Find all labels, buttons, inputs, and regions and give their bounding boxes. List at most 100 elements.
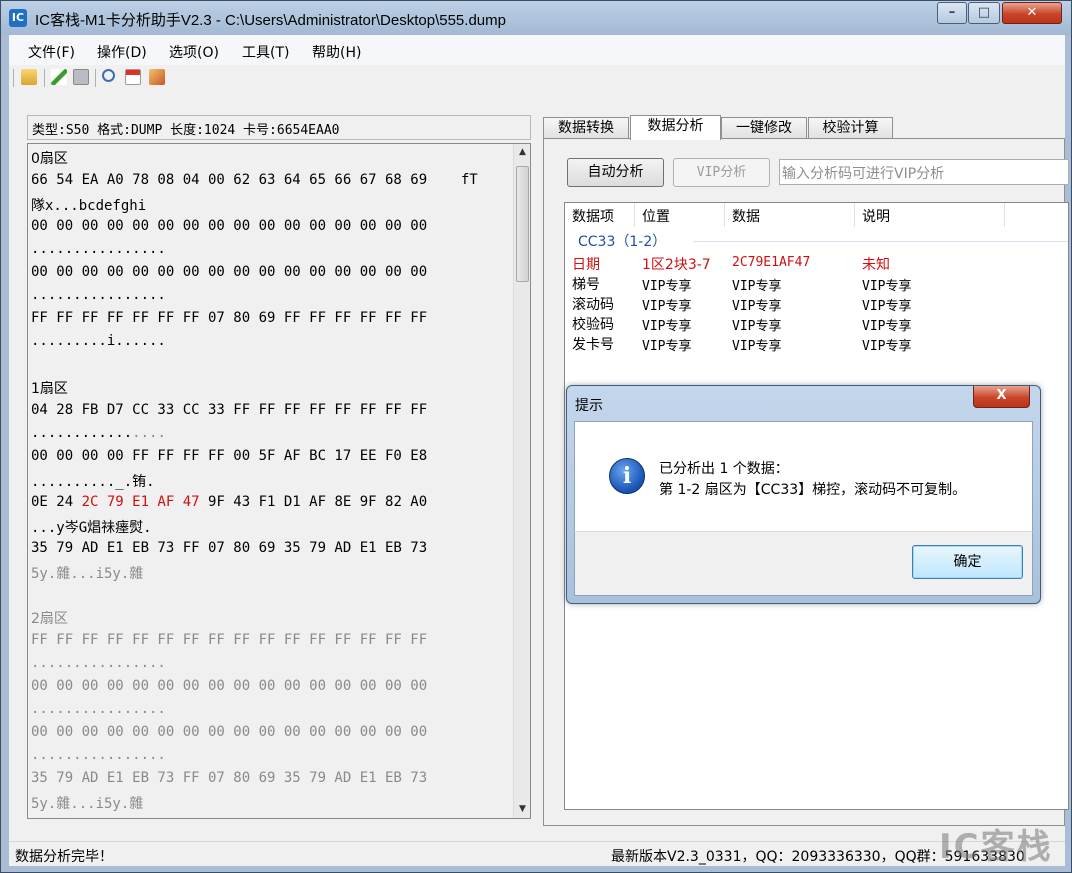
search-icon[interactable] bbox=[102, 69, 115, 82]
scroll-down-icon[interactable]: ▼ bbox=[514, 801, 530, 818]
info-icon: i bbox=[609, 458, 645, 494]
watermark-logo: IC客栈 bbox=[939, 827, 1053, 867]
toolbar bbox=[9, 65, 1065, 91]
list-cell[interactable]: 滚动码 bbox=[572, 294, 614, 314]
auto-analyze-button[interactable]: 自动分析 bbox=[567, 158, 664, 187]
message-dialog: 提示 X i 已分析出 1 个数据： 第 1-2 扇区为【CC33】梯控，滚动码… bbox=[566, 385, 1041, 604]
save-icon[interactable] bbox=[73, 69, 89, 85]
toolbar-grip bbox=[13, 69, 14, 87]
list-cell[interactable]: VIP专享 bbox=[732, 315, 781, 334]
card-info-line: 类型:S50 格式:DUMP 长度:1024 卡号:6654EAA0 bbox=[27, 115, 531, 140]
hex-line: 00 00 00 00 FF FF FF FF 00 5F AF BC 17 E… bbox=[31, 448, 428, 464]
hex-line: 00 00 00 00 00 00 00 00 00 00 00 00 00 0… bbox=[31, 218, 428, 234]
scroll-up-icon[interactable]: ▲ bbox=[514, 144, 530, 161]
dialog-message-line: 已分析出 1 个数据： bbox=[659, 461, 789, 477]
hex-line: 35 79 AD E1 EB 73 FF 07 80 69 35 79 AD E… bbox=[31, 770, 428, 786]
menu-options[interactable]: 选项(O) bbox=[169, 42, 219, 62]
list-cell[interactable]: VIP专享 bbox=[732, 275, 781, 294]
list-group-header[interactable]: CC33（1-2） bbox=[578, 231, 666, 251]
sector-0-title: 0扇区 bbox=[31, 151, 68, 167]
list-cell[interactable]: 1区2块3-7 bbox=[642, 254, 711, 274]
column-header-item[interactable]: 数据项 bbox=[565, 203, 635, 227]
ascii-text: ............ bbox=[31, 425, 133, 441]
menu-operate[interactable]: 操作(D) bbox=[97, 42, 147, 62]
list-cell[interactable]: 未知 bbox=[862, 254, 890, 274]
dialog-close-button[interactable]: X bbox=[973, 386, 1030, 408]
sector-1-title: 1扇区 bbox=[31, 381, 68, 397]
hex-line-highlighted: 0E 24 2C 79 E1 AF 47 9F 43 F1 D1 AF 8E 9… bbox=[31, 494, 427, 514]
ascii-line: ................ bbox=[31, 425, 166, 445]
vip-code-input[interactable]: 输入分析码可进行VIP分析 bbox=[779, 159, 1069, 185]
list-cell[interactable]: VIP专享 bbox=[732, 335, 781, 354]
window-title: IC客栈-M1卡分析助手V2.3 - C:\Users\Administrato… bbox=[35, 12, 506, 29]
toolbar-separator bbox=[44, 69, 45, 87]
menu-file[interactable]: 文件(F) bbox=[28, 42, 75, 62]
ascii-line: ................ bbox=[31, 701, 166, 717]
vip-analyze-button[interactable]: VIP分析 bbox=[673, 158, 770, 187]
ascii-line: 5y.雜...i5y.雜 bbox=[31, 566, 144, 582]
hex-line: 35 79 AD E1 EB 73 FF 07 80 69 35 79 AD E… bbox=[31, 540, 428, 556]
tab-checksum[interactable]: 校验计算 bbox=[808, 117, 893, 139]
maximize-button[interactable]: □ bbox=[968, 2, 1000, 24]
group-divider bbox=[693, 241, 1068, 242]
edit-icon[interactable] bbox=[51, 69, 67, 85]
tab-data-analysis[interactable]: 数据分析 bbox=[630, 115, 721, 140]
highlighted-bytes: 2C 79 E1 AF 47 bbox=[81, 494, 200, 510]
list-cell[interactable]: 发卡号 bbox=[572, 334, 614, 354]
ok-button[interactable]: 确定 bbox=[912, 545, 1023, 579]
title-bar[interactable]: IC IC客栈-M1卡分析助手V2.3 - C:\Users\Administr… bbox=[1, 1, 1071, 35]
list-cell[interactable]: VIP专享 bbox=[642, 295, 691, 314]
sector-2-title: 2扇区 bbox=[31, 611, 68, 627]
list-cell[interactable]: 校验码 bbox=[572, 314, 614, 334]
status-message: 数据分析完毕！ bbox=[15, 849, 113, 865]
list-cell[interactable]: VIP专享 bbox=[862, 335, 911, 354]
ascii-line: .........i...... bbox=[31, 333, 166, 349]
minimize-button[interactable]: – bbox=[937, 2, 967, 24]
list-cell[interactable]: VIP专享 bbox=[862, 275, 911, 294]
chart-icon[interactable] bbox=[149, 69, 165, 85]
list-cell[interactable]: VIP专享 bbox=[642, 315, 691, 334]
column-header-description[interactable]: 说明 bbox=[855, 203, 1005, 227]
close-icon: ✕ bbox=[1026, 5, 1038, 20]
list-cell[interactable]: VIP专享 bbox=[862, 315, 911, 334]
menu-help[interactable]: 帮助(H) bbox=[312, 42, 361, 62]
ascii-text-dim: .... bbox=[132, 425, 166, 441]
maximize-icon: □ bbox=[977, 5, 991, 20]
close-button[interactable]: ✕ bbox=[1002, 2, 1062, 24]
list-cell[interactable]: 梯号 bbox=[572, 274, 600, 294]
ascii-line: .........._.铕. bbox=[31, 474, 155, 490]
hex-line: FF FF FF FF FF FF FF 07 80 69 FF FF FF F… bbox=[31, 310, 428, 326]
ascii-line: ................ bbox=[31, 655, 166, 671]
ascii-line: 5y.雜...i5y.雜 bbox=[31, 796, 144, 812]
hex-line: 00 00 00 00 00 00 00 00 00 00 00 00 00 0… bbox=[31, 724, 428, 740]
hex-line: 66 54 EA A0 78 08 04 00 62 63 64 65 66 6… bbox=[31, 172, 478, 188]
column-header-position[interactable]: 位置 bbox=[635, 203, 725, 227]
tab-data-convert[interactable]: 数据转换 bbox=[543, 117, 629, 139]
app-window: IC IC客栈-M1卡分析助手V2.3 - C:\Users\Administr… bbox=[0, 0, 1072, 873]
minimize-icon: – bbox=[948, 5, 956, 20]
hex-line: 04 28 FB D7 CC 33 CC 33 FF FF FF FF FF F… bbox=[31, 402, 428, 418]
list-cell[interactable]: VIP专享 bbox=[732, 295, 781, 314]
list-cell[interactable]: VIP专享 bbox=[642, 275, 691, 294]
dialog-message-line: 第 1-2 扇区为【CC33】梯控，滚动码不可复制。 bbox=[659, 482, 967, 498]
menu-tools[interactable]: 工具(T) bbox=[242, 42, 289, 62]
list-cell[interactable]: VIP专享 bbox=[862, 295, 911, 314]
dialog-title: 提示 bbox=[575, 398, 603, 414]
calendar-icon[interactable] bbox=[125, 69, 141, 85]
hex-dump-view[interactable]: 0扇区 66 54 EA A0 78 08 04 00 62 63 64 65 … bbox=[27, 143, 531, 819]
column-header-data[interactable]: 数据 bbox=[725, 203, 855, 227]
open-folder-icon[interactable] bbox=[21, 69, 37, 85]
scroll-thumb[interactable] bbox=[516, 166, 529, 282]
hex-scrollbar[interactable]: ▲ ▼ bbox=[513, 144, 530, 818]
menu-bar: 文件(F) 操作(D) 选项(O) 工具(T) 帮助(H) bbox=[9, 35, 1065, 65]
app-icon: IC bbox=[9, 9, 27, 27]
list-cell[interactable]: 日期 bbox=[572, 254, 600, 274]
hex-line: 00 00 00 00 00 00 00 00 00 00 00 00 00 0… bbox=[31, 264, 428, 280]
client-area: 文件(F) 操作(D) 选项(O) 工具(T) 帮助(H) 类型:S50 格式:… bbox=[9, 35, 1069, 866]
list-cell[interactable]: VIP专享 bbox=[642, 335, 691, 354]
list-cell[interactable]: 2C79E1AF47 bbox=[732, 255, 810, 270]
ascii-line: ................ bbox=[31, 241, 166, 257]
tab-one-click-edit[interactable]: 一键修改 bbox=[721, 117, 807, 139]
ascii-line: ................ bbox=[31, 747, 166, 763]
dialog-footer: 确定 bbox=[574, 531, 1033, 596]
